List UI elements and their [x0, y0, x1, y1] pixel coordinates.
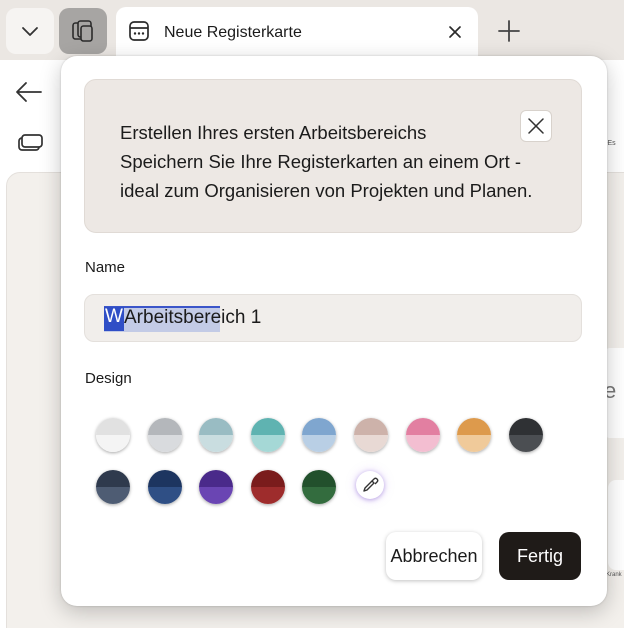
color-swatch-6[interactable]	[354, 418, 388, 452]
swatch-bottom-half	[199, 487, 234, 504]
new-tab-page-icon	[129, 21, 149, 41]
tab-title: Neue Registerkarte	[164, 24, 302, 41]
color-swatch-12[interactable]	[199, 470, 234, 504]
background-tiny-text: Krank	[606, 572, 622, 578]
color-swatch-14[interactable]	[302, 470, 337, 504]
swatch-top-half	[302, 470, 337, 487]
color-swatch-2[interactable]	[147, 418, 182, 452]
swatch-top-half	[147, 470, 182, 487]
typed-character: W	[104, 306, 124, 331]
stack-icon	[18, 134, 43, 151]
color-swatch-3[interactable]	[199, 418, 234, 452]
swatch-bottom-half	[199, 435, 234, 452]
collections-icon[interactable]	[16, 132, 44, 156]
swatch-bottom-half	[302, 487, 337, 504]
tab-new-tab[interactable]: Neue Registerkarte	[116, 7, 478, 60]
workspace-name-input[interactable]: Arbeitsbereich 1 W	[84, 294, 582, 342]
new-tab-button[interactable]	[494, 16, 524, 46]
swatch-top-half	[250, 418, 285, 435]
close-icon	[528, 118, 544, 134]
banner-line-1: Erstellen Ihres ersten Arbeitsbereichs	[120, 122, 427, 143]
name-label: Name	[85, 259, 126, 276]
plus-icon	[498, 20, 520, 42]
color-swatch-10[interactable]	[96, 470, 130, 504]
background-card-2	[608, 480, 624, 570]
color-swatch-4[interactable]	[250, 418, 285, 452]
banner-close-button[interactable]	[520, 110, 552, 142]
color-swatch-1[interactable]	[96, 418, 130, 452]
bookmark-bar-fragment: •Es	[605, 120, 624, 160]
swatch-top-half	[96, 470, 130, 487]
banner-line-2: Speichern Sie Ihre Registerkarten an ein…	[120, 151, 522, 172]
design-label: Design	[85, 370, 132, 387]
background-card: e	[604, 348, 624, 438]
swatch-bottom-half	[457, 435, 492, 452]
create-workspace-panel: Erstellen Ihres ersten Arbeitsbereichs S…	[61, 56, 607, 606]
tab-close-button[interactable]	[442, 19, 468, 45]
chevron-down-icon	[22, 27, 38, 36]
swatch-top-half	[302, 418, 337, 435]
swatch-bottom-half	[354, 435, 388, 452]
color-swatch-11[interactable]	[147, 470, 182, 504]
eyedropper-icon	[363, 477, 379, 492]
swatch-top-half	[199, 418, 234, 435]
swatch-bottom-half	[302, 435, 337, 452]
swatch-top-half	[354, 418, 388, 435]
swatch-top-half	[250, 470, 285, 487]
swatch-bottom-half	[96, 435, 130, 452]
cancel-button[interactable]: Abbrechen	[386, 532, 482, 580]
color-swatch-9[interactable]	[508, 418, 543, 452]
color-swatch-5[interactable]	[302, 418, 337, 452]
swatch-top-half	[457, 418, 492, 435]
close-icon	[449, 26, 461, 38]
swatch-bottom-half	[250, 435, 285, 452]
color-swatch-7[interactable]	[405, 418, 440, 452]
swatch-top-half	[147, 418, 182, 435]
swatch-bottom-half	[147, 435, 182, 452]
swatch-bottom-half	[250, 487, 285, 504]
swatch-bottom-half	[96, 487, 130, 504]
workspace-name-value: Arbeitsbereich 1	[124, 307, 262, 328]
banner-text: Erstellen Ihres ersten Arbeitsbereichs S…	[120, 118, 532, 205]
swatch-top-half	[96, 418, 130, 435]
browser-tab-bar: Neue Registerkarte	[0, 0, 624, 60]
arrow-left-icon	[16, 82, 42, 102]
color-swatch-8[interactable]	[457, 418, 492, 452]
swatch-bottom-half	[405, 435, 440, 452]
intro-banner: Erstellen Ihres ersten Arbeitsbereichs S…	[84, 79, 582, 233]
color-swatch-13[interactable]	[250, 470, 285, 504]
done-button[interactable]: Fertig	[499, 532, 581, 580]
back-button[interactable]	[14, 78, 44, 106]
swatch-top-half	[199, 470, 234, 487]
workspaces-icon	[72, 20, 93, 42]
swatch-bottom-half	[147, 487, 182, 504]
banner-line-3: ideal zum Organisieren von Projekten und…	[120, 180, 533, 201]
custom-color-picker-button[interactable]	[356, 471, 384, 499]
swatch-top-half	[405, 418, 440, 435]
workspaces-button[interactable]	[59, 8, 107, 54]
swatch-bottom-half	[508, 435, 543, 452]
swatch-top-half	[508, 418, 543, 435]
tab-actions-menu-button[interactable]	[6, 8, 54, 54]
